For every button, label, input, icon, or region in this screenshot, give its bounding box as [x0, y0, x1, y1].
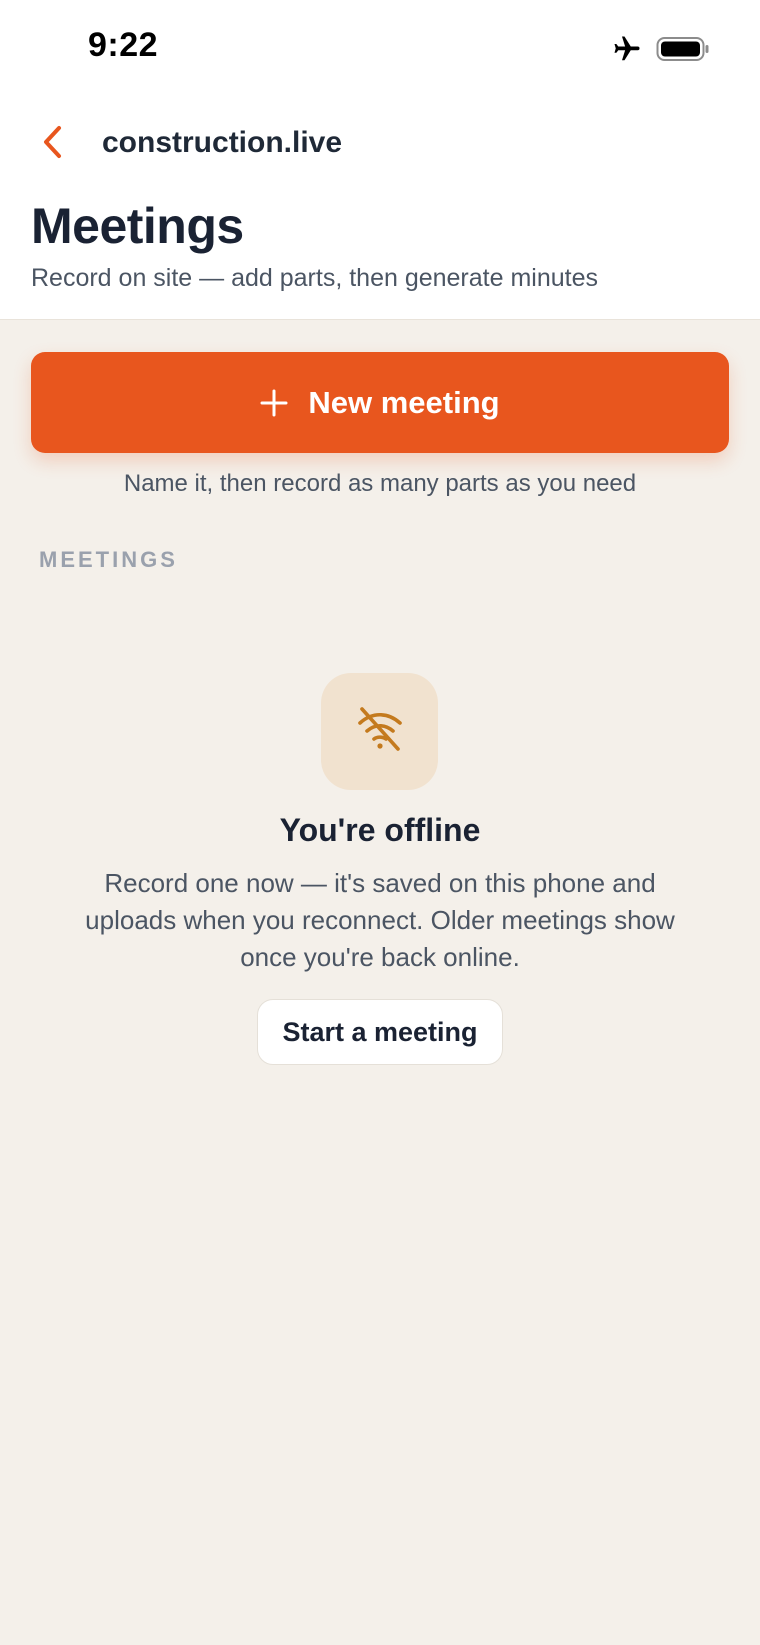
status-icons: [610, 34, 710, 69]
offline-description: Record one now — it's saved on this phon…: [85, 868, 675, 972]
status-time: 9:22: [88, 26, 159, 64]
page-subtitle: Record on site — add parts, then generat…: [31, 264, 598, 292]
offline-icon-container: [321, 673, 438, 790]
new-meeting-button[interactable]: New meeting: [31, 352, 729, 453]
offline-title: You're offline: [279, 812, 481, 848]
airplane-icon: [610, 34, 644, 69]
back-button[interactable]: [30, 120, 74, 168]
chevron-left-icon: [39, 124, 65, 165]
wifi-off-icon: [352, 701, 408, 762]
new-meeting-hint: Name it, then record as many parts as yo…: [123, 470, 637, 497]
nav-bar: construction.live: [0, 112, 760, 176]
new-meeting-label: New meeting: [308, 384, 500, 420]
nav-title: construction.live: [102, 126, 343, 159]
plus-icon: [260, 389, 288, 417]
battery-icon: [656, 35, 710, 68]
top-bar: 9:22 construction.live Meetings Record o…: [0, 0, 760, 320]
page-title: Meetings: [31, 198, 244, 254]
section-label-meetings: MEETINGS: [39, 547, 178, 572]
start-meeting-button[interactable]: Start a meeting: [257, 999, 503, 1065]
